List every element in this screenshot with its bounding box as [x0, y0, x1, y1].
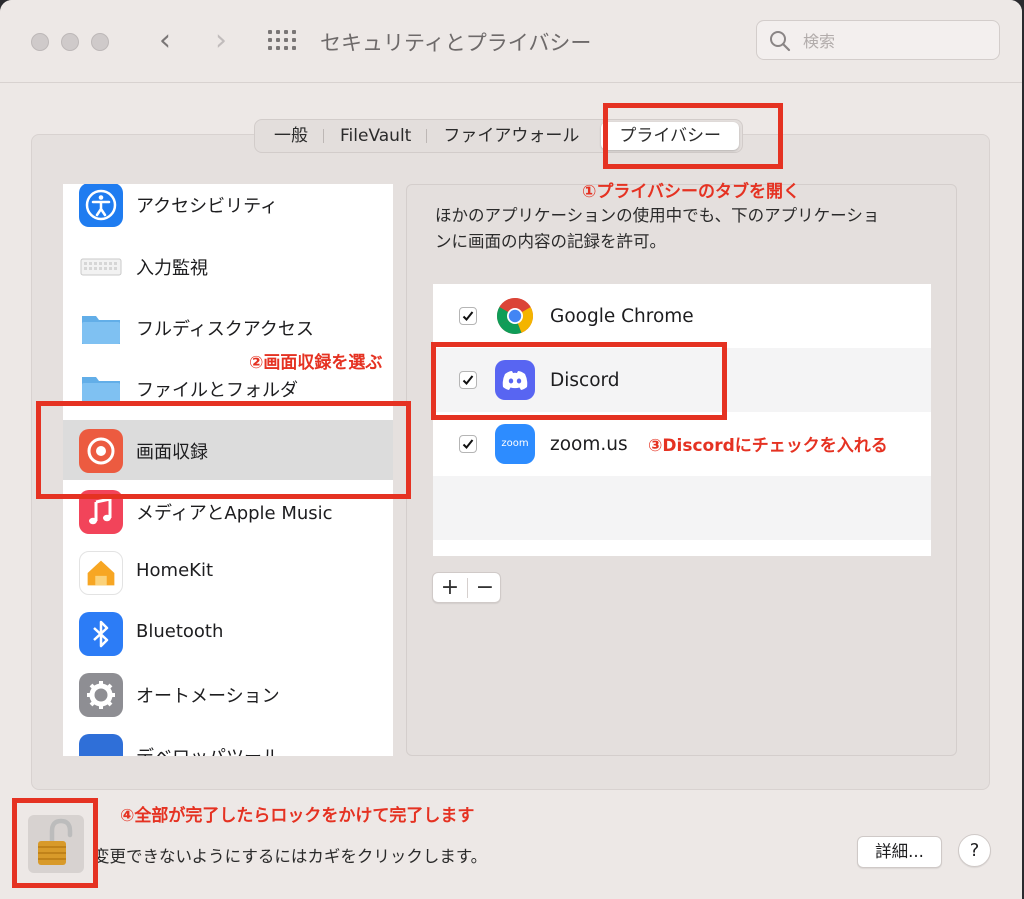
- app-list: Google Chrome Discord zoom zoom.us: [433, 284, 931, 556]
- list-item-google-chrome[interactable]: Google Chrome: [433, 284, 931, 348]
- annotation-step1: ①プライバシーのタブを開く: [582, 182, 801, 202]
- screen-recording-description: ほかのアプリケーションの使用中でも、下のアプリケーショ ンに画面の内容の記録を許…: [435, 206, 880, 251]
- forward-button[interactable]: ›: [206, 24, 236, 58]
- minimize-window-button[interactable]: [61, 33, 79, 51]
- sidebar-item-label: オートメーション: [136, 686, 280, 707]
- empty-list-row: [433, 476, 931, 540]
- bluetooth-icon: [79, 612, 123, 656]
- add-app-button[interactable]: +: [433, 575, 467, 601]
- tab-general[interactable]: 一般: [258, 122, 324, 150]
- close-window-button[interactable]: [31, 33, 49, 51]
- zoom-window-button[interactable]: [91, 33, 109, 51]
- zoom-icon: zoom: [495, 424, 535, 464]
- xcode-icon: [79, 734, 123, 756]
- sidebar-item-label: ファイルとフォルダ: [136, 380, 298, 401]
- keyboard-icon: [79, 245, 123, 289]
- sidebar-item-label: 入力監視: [136, 258, 208, 279]
- search-input[interactable]: [801, 29, 985, 53]
- annotation-step2: ②画面収録を選ぶ: [249, 353, 383, 373]
- title-bar: ‹ › セキュリティとプライバシー: [0, 0, 1022, 83]
- sidebar-item-developer-tools[interactable]: デベロッパツール: [63, 725, 393, 756]
- show-all-grid-icon[interactable]: [268, 30, 298, 52]
- folder-icon: [79, 306, 123, 350]
- gear-icon: [79, 673, 123, 717]
- highlight-privacy-tab: [603, 103, 783, 169]
- sidebar-item-label: HomeKit: [136, 560, 214, 581]
- zoom-checkbox[interactable]: [459, 435, 477, 453]
- sidebar-item-label: フルディスクアクセス: [136, 319, 314, 340]
- sidebar-item-label: Bluetooth: [136, 621, 224, 642]
- sidebar-item-label: デベロッパツール: [136, 743, 280, 756]
- sidebar-item-homekit[interactable]: HomeKit: [63, 542, 393, 602]
- remove-app-button[interactable]: −: [468, 575, 502, 601]
- accessibility-icon: [79, 184, 123, 227]
- sidebar-item-automation[interactable]: オートメーション: [63, 664, 393, 724]
- sidebar-item-input-monitoring[interactable]: 入力監視: [63, 236, 393, 296]
- sidebar-item-accessibility[interactable]: アクセシビリティ: [63, 184, 393, 234]
- chrome-icon: [495, 296, 535, 336]
- app-name: Google Chrome: [550, 306, 694, 327]
- search-icon: [770, 31, 791, 52]
- sidebar-item-label: アクセシビリティ: [136, 196, 279, 217]
- lock-hint-text: 変更できないようにするにはカギをクリックします。: [93, 847, 488, 866]
- window-title: セキュリティとプライバシー: [320, 31, 592, 55]
- sidebar-item-bluetooth[interactable]: Bluetooth: [63, 603, 393, 663]
- search-field[interactable]: [756, 20, 1000, 60]
- home-icon: [79, 551, 123, 595]
- app-name: zoom.us: [550, 434, 628, 455]
- highlight-discord-row: [431, 342, 727, 420]
- add-remove-control: + −: [432, 572, 501, 603]
- help-button[interactable]: ?: [958, 834, 991, 867]
- tab-filevault[interactable]: FileVault: [324, 122, 428, 150]
- highlight-lock: [12, 798, 98, 888]
- sidebar-item-label: メディアとApple Music: [136, 503, 333, 524]
- highlight-screen-recording: [36, 401, 411, 499]
- annotation-step3: ③Discordにチェックを入れる: [648, 436, 888, 456]
- back-button[interactable]: ‹: [150, 24, 180, 58]
- chrome-checkbox[interactable]: [459, 307, 477, 325]
- advanced-button[interactable]: 詳細...: [857, 836, 942, 868]
- annotation-step4: ④全部が完了したらロックをかけて完了します: [120, 806, 475, 826]
- tab-firewall[interactable]: ファイアウォール: [427, 122, 595, 150]
